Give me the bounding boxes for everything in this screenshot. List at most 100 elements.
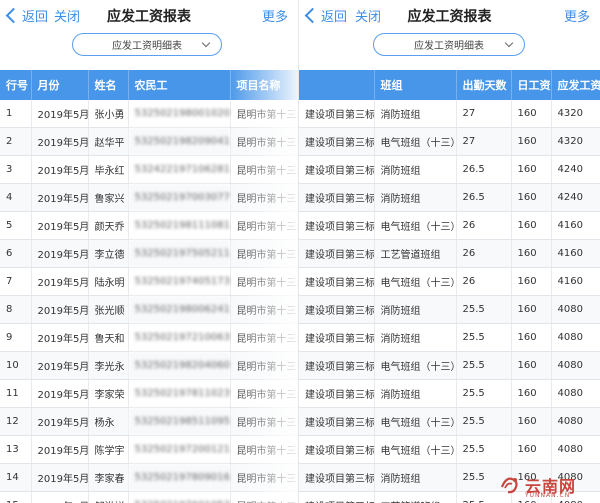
table-row[interactable]: 152019年5月邹洪祥53250219760105316昆明市第十三污: [0, 491, 298, 503]
table-cell: 4080: [551, 323, 600, 352]
column-header: 出勤天数: [456, 70, 512, 100]
table-cell: 2019年5月: [31, 379, 89, 408]
back-button[interactable]: 返回: [5, 6, 48, 25]
table-row[interactable]: 建设项目第三标段消防班组25.51604080: [299, 295, 600, 324]
table-cell: 4160: [551, 211, 600, 240]
table-cell: 25.5: [456, 379, 512, 408]
table-row[interactable]: 92019年5月鲁天和53250219721006318昆明市第十三污: [0, 323, 298, 352]
column-header: 应发工资: [551, 70, 600, 100]
table-cell: 26: [456, 239, 512, 268]
table-row[interactable]: 52019年5月颜天乔53250219811108112昆明市第十三污: [0, 211, 298, 240]
table-row[interactable]: 建设项目第三标段消防班组25.51604080: [299, 323, 600, 352]
table-row[interactable]: 62019年5月李立德53250219750521173昆明市第十三污: [0, 239, 298, 268]
table-cell: 12: [0, 407, 32, 436]
close-button[interactable]: 关闭: [355, 6, 381, 25]
table-cell: 160: [511, 351, 552, 380]
table-row[interactable]: 132019年5月陈学宇53250219720012173X昆明市第十三污: [0, 435, 298, 464]
table-cell: 2: [0, 127, 32, 156]
table-cell: 2019年5月: [31, 267, 89, 296]
table-cell: 160: [511, 323, 552, 352]
table-cell: 2019年5月: [31, 183, 89, 212]
table-row[interactable]: 建设项目第三标段消防班组271604320: [299, 100, 600, 128]
table-row[interactable]: 建设项目第三标段电气班组（十三）25.51604080: [299, 435, 600, 464]
chevron-left-icon: [5, 7, 22, 24]
column-header: 行号: [0, 70, 32, 100]
table-cell: 消防班组: [374, 100, 457, 128]
table-cell: 160: [511, 211, 552, 240]
table-cell: 53250219760105316: [128, 491, 231, 503]
table-cell: 53250219700307718: [128, 183, 231, 212]
table-cell: 建设项目第三标段: [299, 491, 375, 503]
table-cell: 消防班组: [374, 463, 457, 492]
report-type-select[interactable]: 应发工资明细表: [373, 33, 525, 56]
table-cell: 25.5: [456, 351, 512, 380]
table-cell: 53250219820406017X: [128, 351, 231, 380]
table-cell: 160: [511, 183, 552, 212]
table-row[interactable]: 建设项目第三标段电气班组（十三）25.51604080: [299, 407, 600, 436]
table-cell: 53250219800624131X: [128, 295, 231, 324]
table-cell: 建设项目第三标段: [299, 435, 375, 464]
table-cell: 4080: [551, 435, 600, 464]
table-cell: 建设项目第三标段: [299, 100, 375, 128]
salary-table-right: 班组出勤天数日工资应发工资 建设项目第三标段消防班组271604320建设项目第…: [299, 70, 600, 503]
table-cell: 工艺管道班组: [374, 239, 457, 268]
report-select-row: 应发工资明细表: [0, 30, 298, 68]
table-row[interactable]: 82019年5月张光顺53250219800624131X昆明市第十三污: [0, 295, 298, 324]
table-cell: 毕永红: [88, 155, 129, 184]
table-row[interactable]: 建设项目第三标段电气班组（十三）261604160: [299, 267, 600, 296]
column-header: 姓名: [88, 70, 129, 100]
table-cell: 160: [511, 435, 552, 464]
table-cell: 建设项目第三标段: [299, 239, 375, 268]
table-row[interactable]: 32019年5月毕永红53242219710628171昆明市第十三污: [0, 155, 298, 184]
table-row[interactable]: 102019年5月李光永53250219820406017X昆明市第十三污: [0, 351, 298, 380]
table-row[interactable]: 42019年5月鲁家兴53250219700307718昆明市第十三污: [0, 183, 298, 212]
table-row[interactable]: 112019年5月李家荣53250219781102315昆明市第十三污: [0, 379, 298, 408]
table-cell: 6: [0, 239, 32, 268]
table-cell: 昆明市第十三污: [230, 295, 298, 324]
report-type-value: 应发工资明细表: [112, 41, 182, 52]
table-cell: 昆明市第十三污: [230, 407, 298, 436]
more-button[interactable]: 更多: [262, 6, 288, 25]
table-cell: 27: [456, 100, 512, 128]
table-cell: 4080: [551, 295, 600, 324]
table-cell: 建设项目第三标段: [299, 155, 375, 184]
table-row[interactable]: 142019年5月李家春53250219780901617昆明市第十三污: [0, 463, 298, 492]
table-cell: 160: [511, 155, 552, 184]
table-row[interactable]: 建设项目第三标段电气班组（十三）261604160: [299, 211, 600, 240]
table-row[interactable]: 22019年5月赵华平53250219820904119昆明市第十三污: [0, 127, 298, 156]
table-row[interactable]: 建设项目第三标段工艺管道班组261604160: [299, 239, 600, 268]
report-type-select[interactable]: 应发工资明细表: [72, 33, 222, 56]
table-cell: 建设项目第三标段: [299, 379, 375, 408]
table-cell: 14: [0, 463, 32, 492]
nav-bar: 返回 关闭 应发工资报表 更多: [299, 0, 600, 30]
table-cell: 陆永明: [88, 267, 129, 296]
table-cell: 消防班组: [374, 323, 457, 352]
table-row[interactable]: 建设项目第三标段电气班组（十三）271604320: [299, 127, 600, 156]
table-cell: 建设项目第三标段: [299, 183, 375, 212]
watermark-logo: 云南网 YUNNAN.CN: [498, 473, 596, 501]
table-row[interactable]: 72019年5月陆永明53250219740517316昆明市第十三污: [0, 267, 298, 296]
table-cell: 8: [0, 295, 32, 324]
close-button[interactable]: 关闭: [54, 6, 80, 25]
table-cell: 李光永: [88, 351, 129, 380]
table-row[interactable]: 建设项目第三标段消防班组25.51604080: [299, 379, 600, 408]
salary-table-left: 行号 月份 姓名 农民工 项目名称 1 2019年5月 张小勇 532502198001020…: [0, 70, 298, 503]
table-cell: 160: [511, 407, 552, 436]
table-cell: 电气班组（十三）: [374, 211, 457, 240]
nav-bar: 返回 关闭 应发工资报表 更多: [0, 0, 298, 30]
table-cell: 53250219820904119: [128, 127, 231, 156]
table-cell: 李家荣: [88, 379, 129, 408]
table-cell: 2019年5月: [31, 463, 89, 492]
table-row[interactable]: 建设项目第三标段消防班组26.51604240: [299, 155, 600, 184]
back-button[interactable]: 返回: [304, 6, 347, 25]
table-cell: 2019年5月: [31, 491, 89, 503]
table-row[interactable]: 建设项目第三标段消防班组26.51604240: [299, 183, 600, 212]
table-row[interactable]: 12019年5月张小勇53250219800102010昆明市第十三污: [0, 100, 298, 128]
table-cell: 电气班组（十三）: [374, 407, 457, 436]
table-row[interactable]: 建设项目第三标段电气班组（十三）25.51604080: [299, 351, 600, 380]
column-header: 日工资: [511, 70, 552, 100]
table-cell: 电气班组（十三）: [374, 351, 457, 380]
table-cell: 7: [0, 267, 32, 296]
table-row[interactable]: 122019年5月杨永53250219851109510昆明市第十三污: [0, 407, 298, 436]
more-button[interactable]: 更多: [564, 6, 590, 25]
